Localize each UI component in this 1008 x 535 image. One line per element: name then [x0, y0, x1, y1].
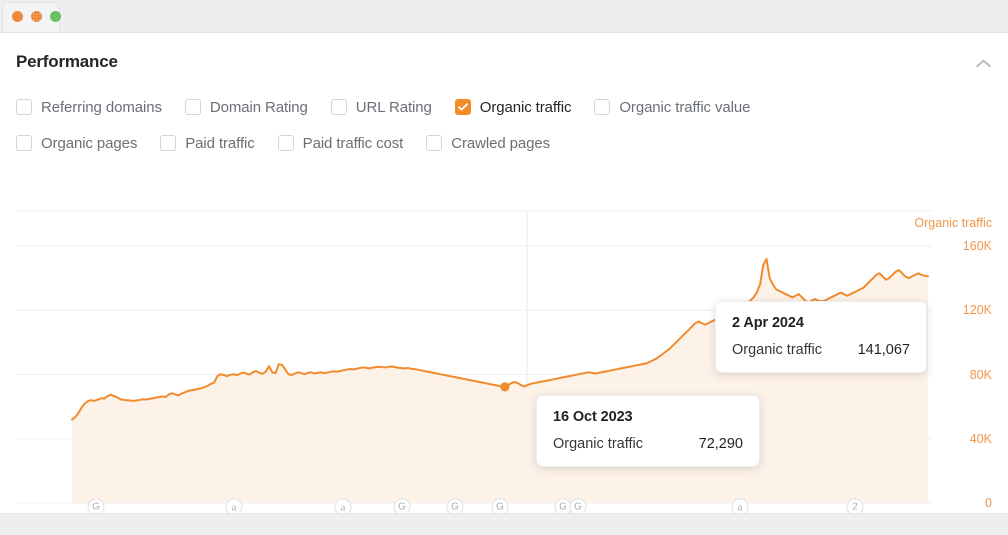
y-axis-tick-160K: 160K [962, 239, 992, 253]
y-axis-tick-40K: 40K [969, 431, 992, 446]
y-axis-tick-120K: 120K [962, 303, 992, 318]
filter-label-paid-traffic-cost: Paid traffic cost [302, 134, 404, 152]
performance-chart: Organic traffic 160K120K80K40K07 Apr 202… [0, 201, 1008, 513]
checkbox-icon[interactable] [330, 99, 347, 115]
filter-checkbox-paid-traffic-cost[interactable]: Paid traffic cost [277, 134, 404, 152]
filter-label-organic-pages: Organic pages [41, 134, 138, 152]
app-window: Performance Referring domains Domain Rati… [0, 0, 1008, 535]
event-marker-google-update-3[interactable]: G [393, 498, 411, 513]
checkbox-icon[interactable] [277, 135, 294, 151]
tooltip-metric-value: 141,067 [857, 342, 910, 358]
filter-label-referring-domains: Referring domains [41, 98, 162, 116]
performance-panel: Performance Referring domains Domain Rati… [0, 32, 1008, 513]
checkbox-icon[interactable] [594, 99, 611, 115]
checkbox-icon[interactable] [426, 135, 443, 151]
checkbox-icon[interactable] [16, 99, 32, 115]
maximize-button[interactable] [50, 11, 61, 22]
chart-tooltip-1: 16 Oct 2023 Organic traffic 72,290 [536, 395, 760, 467]
filter-checkbox-url-rating[interactable]: URL Rating [330, 98, 432, 116]
filter-checkbox-crawled-pages[interactable]: Crawled pages [426, 135, 550, 152]
y-axis-tick-80K: 80K [969, 367, 992, 382]
filter-checkbox-organic-pages[interactable]: Organic pages [16, 135, 137, 152]
close-button[interactable] [12, 11, 23, 22]
tooltip-date: 16 Oct 2023 [553, 409, 633, 425]
event-marker-google-update-4[interactable]: G [446, 498, 464, 513]
event-marker-google-update-7[interactable]: G [569, 498, 587, 513]
filter-checkbox-organic-traffic-value[interactable]: Organic traffic value [594, 99, 750, 116]
event-marker-algorithm-update-2[interactable]: a [334, 498, 352, 513]
y-axis-tick-0: 0 [985, 496, 992, 510]
chevron-up-icon[interactable] [972, 53, 994, 73]
filter-checkbox-referring-domains[interactable]: Referring domains [16, 99, 162, 116]
filter-checkbox-domain-rating[interactable]: Domain Rating [184, 98, 308, 116]
filter-row-2: Organic pages Paid traffic Paid traffic co… [0, 125, 1008, 161]
event-marker-core-update-9[interactable]: 2 [846, 498, 864, 513]
tooltip-metric-label: Organic traffic [732, 342, 822, 358]
event-marker-google-update-5[interactable]: G [491, 498, 509, 513]
metric-filter-group: Referring domains Domain Rating URL Rating… [0, 89, 1008, 161]
checkbox-icon[interactable] [184, 99, 201, 115]
chart-data-point-marker[interactable] [500, 382, 510, 392]
page-title: Performance [16, 52, 118, 71]
checkbox-icon[interactable] [16, 135, 32, 151]
tooltip-metric-row: Organic traffic 141,067 [732, 342, 910, 358]
filter-row-1: Referring domains Domain Rating URL Rating… [0, 89, 1008, 125]
tooltip-metric-row: Organic traffic 72,290 [553, 436, 743, 452]
filter-label-url-rating: URL Rating [355, 98, 432, 116]
filter-checkbox-organic-traffic[interactable]: Organic traffic [454, 98, 572, 116]
tooltip-date: 2 Apr 2024 [732, 315, 804, 331]
window-controls [12, 11, 61, 22]
window-titlebar [0, 0, 1008, 32]
event-marker-algorithm-update-1[interactable]: a [225, 498, 243, 513]
filter-label-organic-traffic: Organic traffic [479, 98, 572, 116]
minimize-button[interactable] [31, 11, 42, 22]
checkmark-icon[interactable] [454, 99, 471, 115]
checkbox-icon[interactable] [160, 135, 177, 151]
event-marker-algorithm-update-8[interactable]: a [731, 498, 749, 513]
tooltip-metric-label: Organic traffic [553, 436, 643, 452]
event-marker-google-update-0[interactable]: G [87, 498, 105, 513]
filter-checkbox-paid-traffic[interactable]: Paid traffic [160, 134, 255, 152]
chart-tooltip-0: 2 Apr 2024 Organic traffic 141,067 [715, 301, 927, 373]
window-footer [0, 513, 1008, 535]
filter-label-paid-traffic: Paid traffic [185, 134, 255, 152]
tooltip-metric-value: 72,290 [698, 436, 743, 452]
panel-header: Performance [0, 33, 1008, 89]
filter-label-domain-rating: Domain Rating [209, 98, 308, 116]
filter-label-organic-traffic-value: Organic traffic value [619, 98, 751, 116]
filter-label-crawled-pages: Crawled pages [451, 134, 551, 152]
